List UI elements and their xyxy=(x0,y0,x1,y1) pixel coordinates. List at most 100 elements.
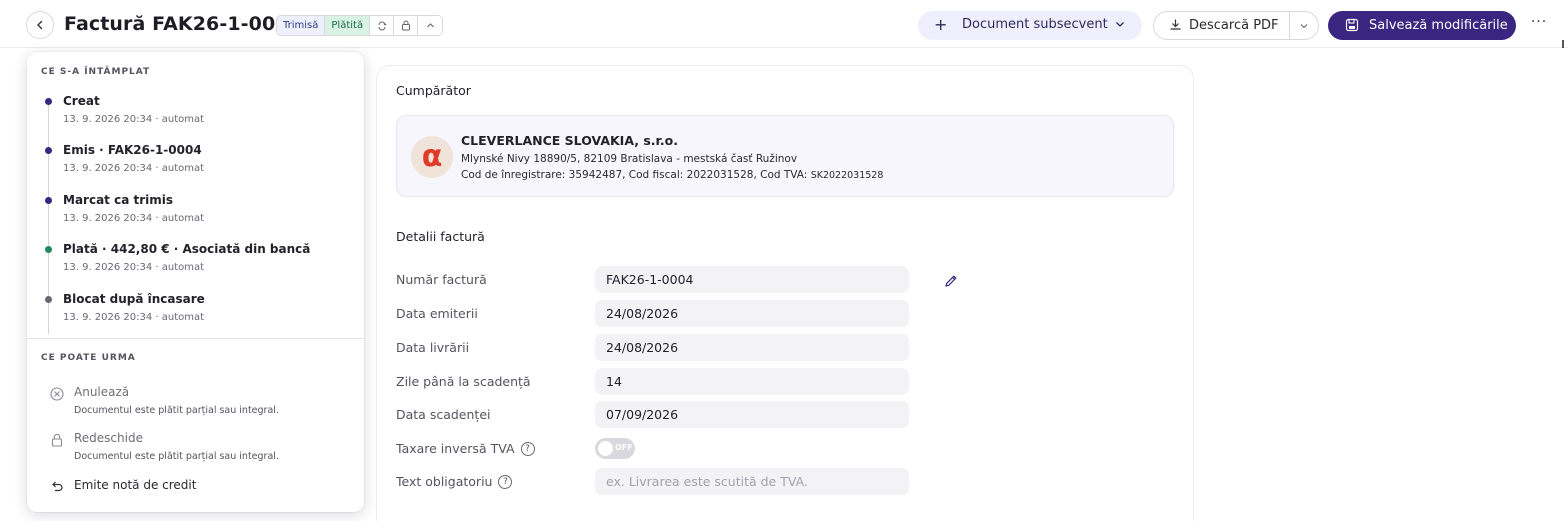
buyer-vat-id: SK2022031528 xyxy=(810,170,884,181)
timeline-event: Blocat după încasare 13. 9. 2026 20:34 ·… xyxy=(41,292,351,332)
event-meta: 13. 9. 2026 20:34 · automat xyxy=(63,163,205,174)
toggle-state: OFF xyxy=(615,443,633,452)
company-logo-glyph: α xyxy=(421,139,443,174)
issue-date-label: Data emiterii xyxy=(396,306,478,321)
history-panel: CE S-A ÎNTÂMPLAT Creat 13. 9. 2026 20:34… xyxy=(27,52,364,512)
issue-date-label-text: Data emiterii xyxy=(396,306,478,321)
help-icon[interactable]: ? xyxy=(520,441,535,456)
lock-icon xyxy=(401,20,410,31)
save-icon xyxy=(1345,18,1359,32)
timeline-dot xyxy=(45,147,52,154)
action-meta: Documentul este plătit parțial sau integ… xyxy=(74,451,279,462)
event-title: Plată · 442,80 € · Asociată din bancă xyxy=(63,242,311,256)
delivery-date-label: Data livrării xyxy=(396,340,469,355)
x-circle-icon xyxy=(50,387,64,401)
more-options-button[interactable]: ··· xyxy=(1528,14,1550,36)
subsequent-document-button[interactable]: + Document subsecvent xyxy=(918,11,1142,40)
save-label: Salvează modificările xyxy=(1369,18,1508,33)
timeline-dot xyxy=(45,246,52,253)
status-badge-paid: Plătită xyxy=(325,16,371,35)
reverse-charge-label-text: Taxare inversă TVA xyxy=(396,441,515,456)
mandatory-text-label: Text obligatoriu? xyxy=(396,474,513,489)
collapse-button[interactable] xyxy=(418,16,443,35)
issue-date-input[interactable] xyxy=(595,300,909,327)
event-title: Creat xyxy=(63,94,100,108)
reopen-document-action[interactable]: Redeschide Documentul este plătit parția… xyxy=(49,431,349,469)
action-meta: Documentul este plătit parțial sau integ… xyxy=(74,405,279,416)
sync-icon xyxy=(378,21,387,30)
mandatory-text-label-text: Text obligatoriu xyxy=(396,474,493,489)
due-days-input[interactable] xyxy=(595,368,909,395)
event-meta: 13. 9. 2026 20:34 · automat xyxy=(63,312,205,323)
event-meta: 13. 9. 2026 20:34 · automat xyxy=(63,114,205,125)
status-badge-sent: Trimisă xyxy=(277,16,326,35)
undo-arrow-icon xyxy=(52,481,63,492)
event-title: Emis · FAK26-1-0004 xyxy=(63,143,202,157)
save-button[interactable]: Salvează modificările xyxy=(1328,11,1516,40)
event-title: Marcat ca trimis xyxy=(63,193,173,207)
mandatory-text-input[interactable] xyxy=(595,468,909,495)
plus-icon: + xyxy=(934,15,948,34)
chevron-down-icon xyxy=(1300,23,1308,28)
event-title: Blocat după încasare xyxy=(63,292,205,306)
pencil-icon[interactable] xyxy=(943,273,959,289)
due-date-label: Data scadenței xyxy=(396,407,490,422)
chevron-left-icon xyxy=(37,20,43,30)
invoice-number-label-text: Număr factură xyxy=(396,272,487,287)
event-meta: 13. 9. 2026 20:34 · automat xyxy=(63,213,205,224)
reverse-charge-label: Taxare inversă TVA? xyxy=(396,441,535,456)
buyer-section-title: Cumpărător xyxy=(396,83,471,98)
buyer-name: CLEVERLANCE SLOVAKIA, s.r.o. xyxy=(461,133,678,148)
download-icon xyxy=(1170,19,1181,30)
lock-button[interactable] xyxy=(394,16,419,35)
reverse-charge-toggle[interactable]: OFF xyxy=(595,438,635,459)
action-title: Redeschide xyxy=(74,431,143,445)
download-pdf-label: Descarcă PDF xyxy=(1189,18,1279,33)
credit-note-action[interactable]: Emite notă de credit xyxy=(49,478,349,512)
action-title: Anulează xyxy=(74,385,130,399)
timeline-event: Creat 13. 9. 2026 20:34 · automat xyxy=(41,94,351,134)
panel-divider xyxy=(27,338,364,339)
due-date-input[interactable] xyxy=(595,401,909,428)
download-pdf-dropdown[interactable] xyxy=(1290,12,1318,39)
help-icon[interactable]: ? xyxy=(498,474,513,489)
invoice-number-label: Număr factură xyxy=(396,272,487,287)
scrollbar-edge xyxy=(1562,40,1568,48)
buyer-address: Mlynské Nivy 18890/5, 82109 Bratislava -… xyxy=(461,153,798,165)
timeline-event: Plată · 442,80 € · Asociată din bancă 13… xyxy=(41,242,351,282)
download-pdf-group: Descarcă PDF xyxy=(1153,11,1319,40)
due-date-label-text: Data scadenței xyxy=(396,407,491,422)
company-logo: α xyxy=(411,136,453,178)
action-title: Emite notă de credit xyxy=(74,478,197,492)
chevron-up-icon xyxy=(426,23,434,28)
buyer-card[interactable]: α CLEVERLANCE SLOVAKIA, s.r.o. Mlynské N… xyxy=(396,115,1174,197)
timeline-event: Marcat ca trimis 13. 9. 2026 20:34 · aut… xyxy=(41,193,351,233)
delivery-date-input[interactable] xyxy=(595,334,909,361)
delivery-date-label-text: Data livrării xyxy=(396,340,470,355)
buyer-ids: Cod de înregistrare: 35942487, Cod fisca… xyxy=(461,169,883,181)
toggle-knob xyxy=(598,441,613,456)
download-pdf-button[interactable]: Descarcă PDF xyxy=(1154,12,1290,39)
event-meta: 13. 9. 2026 20:34 · automat xyxy=(63,262,205,273)
sync-button[interactable] xyxy=(370,16,395,35)
cancel-document-action[interactable]: Anulează Documentul este plătit parțial … xyxy=(49,385,349,423)
timeline-dot xyxy=(45,197,52,204)
status-group: Trimisă Plătită xyxy=(276,15,444,36)
timeline-dot xyxy=(45,98,52,105)
lock-icon xyxy=(51,433,63,447)
due-days-label-text: Zile până la scadență xyxy=(396,374,531,389)
timeline-dot xyxy=(45,296,52,303)
happened-section-title: CE S-A ÎNTÂMPLAT xyxy=(41,67,151,77)
buyer-ids-text: Cod de înregistrare: 35942487, Cod fisca… xyxy=(461,169,811,181)
invoice-details-title: Detalii factură xyxy=(396,229,485,244)
timeline-event: Emis · FAK26-1-0004 13. 9. 2026 20:34 · … xyxy=(41,143,351,183)
subsequent-document-label: Document subsecvent xyxy=(962,17,1108,32)
invoice-number-input[interactable] xyxy=(595,266,909,293)
page-title: Factură FAK26-1-0004 xyxy=(64,13,302,35)
chevron-down-icon xyxy=(1116,22,1124,27)
invoice-card: Cumpărător α CLEVERLANCE SLOVAKIA, s.r.o… xyxy=(376,65,1194,521)
due-days-label: Zile până la scadență xyxy=(396,374,531,389)
next-section-title: CE POATE URMA xyxy=(41,353,136,363)
top-bar: Factură FAK26-1-0004 Trimisă Plătită + D… xyxy=(0,0,1568,48)
back-button[interactable] xyxy=(26,11,54,39)
